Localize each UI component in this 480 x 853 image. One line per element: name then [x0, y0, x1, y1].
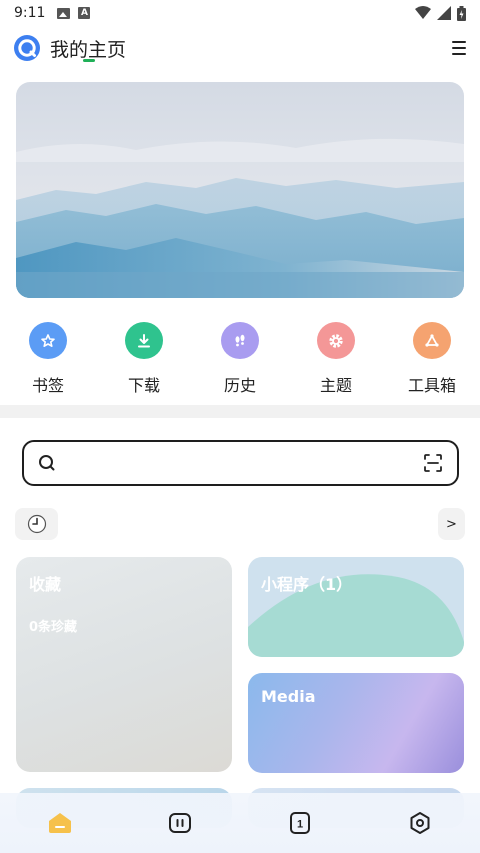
page-title: 我的主页 [50, 38, 127, 61]
shortcut-label: 历史 [223, 376, 256, 395]
shortcut-history[interactable]: 历史 [192, 322, 288, 396]
history-clock-chip[interactable] [15, 508, 58, 540]
home-icon [49, 813, 71, 833]
favorites-count: 0条珍藏 [29, 620, 78, 635]
scan-icon[interactable] [423, 453, 443, 473]
download-icon [125, 322, 163, 359]
media-title: Media [261, 687, 316, 706]
wifi-icon [415, 6, 431, 19]
section-divider [0, 405, 480, 418]
menu-icon[interactable] [452, 40, 466, 56]
system-icons [415, 5, 466, 21]
shortcut-toolbox[interactable]: 工具箱 [384, 322, 480, 396]
nav-tabs[interactable] [120, 793, 240, 853]
nav-windows[interactable]: 1 [240, 793, 360, 853]
search-input[interactable] [64, 449, 423, 477]
shortcut-bookmarks[interactable]: 书签 [0, 322, 96, 396]
nav-settings[interactable] [360, 793, 480, 853]
footprints-icon [221, 322, 259, 359]
favorites-card[interactable]: 收藏 0条珍藏 [16, 557, 232, 772]
battery-icon [457, 5, 466, 21]
mini-programs-card[interactable]: 小程序（1） [248, 557, 464, 657]
svg-text:1: 1 [297, 819, 303, 831]
browser-logo-icon [14, 35, 40, 61]
shortcut-theme[interactable]: 主题 [288, 322, 384, 396]
search-box[interactable] [22, 440, 459, 486]
status-bar: 9:11 A [0, 0, 480, 26]
bookmark-star-icon [29, 322, 67, 359]
favorites-title: 收藏 [29, 575, 62, 594]
image-notification-icon [57, 7, 71, 19]
banner-image[interactable] [16, 82, 464, 298]
shortcut-label: 工具箱 [407, 376, 456, 395]
mini-programs-title: 小程序（1） [261, 575, 353, 594]
app-notification-icon: A [78, 7, 91, 19]
misty-mountains-image [16, 82, 464, 298]
title-underline [83, 59, 95, 62]
shortcut-label: 下载 [127, 376, 160, 395]
history-more-button[interactable]: > [438, 508, 465, 540]
header: 我的主页 [0, 28, 480, 68]
toolbox-icon [413, 322, 451, 359]
theme-gear-icon [317, 322, 355, 359]
signal-icon [437, 6, 451, 20]
shortcut-downloads[interactable]: 下载 [96, 322, 192, 396]
tabs-icon [169, 813, 191, 833]
shortcut-row: 书签 下载 历史 主题 工具箱 [0, 322, 480, 396]
notification-icons: A [57, 7, 91, 19]
settings-icon [410, 812, 430, 834]
nav-home[interactable] [0, 793, 120, 853]
search-icon [39, 455, 55, 471]
shortcut-label: 主题 [319, 376, 352, 395]
clock-icon [27, 514, 46, 534]
bottom-nav: 1 [0, 793, 480, 853]
shortcut-label: 书签 [31, 376, 64, 395]
media-card[interactable]: Media [248, 673, 464, 773]
window-count-icon: 1 [290, 812, 310, 834]
status-time: 9:11 [14, 5, 46, 21]
